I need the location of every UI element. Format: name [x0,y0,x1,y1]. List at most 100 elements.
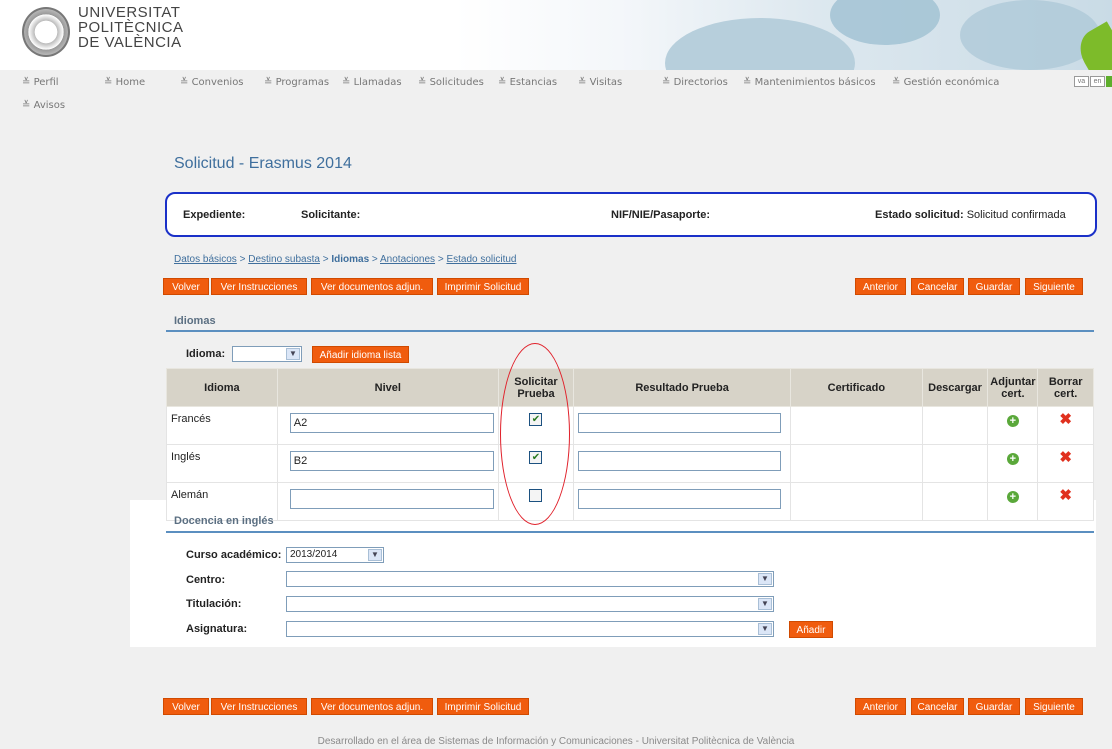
breadcrumb-anotaciones[interactable]: Anotaciones [380,254,435,265]
siguiente-button[interactable]: Siguiente [1025,278,1083,295]
asignatura-label: Asignatura: [186,623,248,635]
ver-documentos-button-bottom[interactable]: Ver documentos adjun. [311,698,433,715]
idioma-label: Idioma: [186,348,226,360]
solicitar-prueba-checkbox[interactable]: ✔ [529,413,543,426]
menu-item-convenios[interactable]: ≚ Convenios [180,77,244,88]
titulacion-label: Titulación: [186,598,242,610]
certificado-cell [790,482,923,521]
solicitante-label: Solicitante: [301,209,361,221]
table-row: Francés A2 ✔ + ✖ [166,406,1094,445]
table-header-row: Idioma Nivel Solicitar Prueba Resultado … [166,368,1094,407]
solicitar-prueba-checkbox[interactable]: ✔ [529,451,543,464]
header-banner [455,0,1112,70]
nivel-input[interactable]: A2 [289,413,494,433]
breadcrumb-estado-solicitud[interactable]: Estado solicitud [446,254,516,265]
centro-label: Centro: [186,574,226,586]
delete-x-icon[interactable]: ✖ [1059,412,1073,427]
breadcrumb-destino-subasta[interactable]: Destino subasta [248,254,320,265]
breadcrumb-separator: > [239,254,246,265]
curso-academico-value: 2013/2014 [290,549,338,560]
nivel-input[interactable]: B2 [289,451,494,471]
breadcrumb-datos-basicos[interactable]: Datos básicos [174,254,237,265]
anadir-asignatura-button[interactable]: Añadir [789,621,833,638]
chevron-down-icon: ▼ [758,573,772,585]
menu-item-estancias[interactable]: ≚ Estancias [498,77,557,88]
chevron-down-icon: ▼ [368,549,382,561]
menu-item-home[interactable]: ≚ Home [104,77,145,88]
nivel-input[interactable] [289,489,494,509]
application-info-box: Expediente: Solicitante: NIF/NIE/Pasapor… [165,192,1097,237]
banner-shape [960,0,1100,70]
add-circle-icon[interactable]: + [1006,415,1019,427]
university-seal-logo [22,7,70,57]
guardar-button[interactable]: Guardar [968,278,1020,295]
menu-item-perfil[interactable]: ≚ Perfil [22,77,59,88]
menu-item-avisos[interactable]: ≚ Avisos [22,100,65,111]
cancelar-button[interactable]: Cancelar [911,278,964,295]
language-en-button[interactable]: en [1090,76,1105,87]
imprimir-solicitud-button-bottom[interactable]: Imprimir Solicitud [437,698,529,715]
logo-line: DE VALÈNCIA [78,34,182,51]
siguiente-button-bottom[interactable]: Siguiente [1025,698,1083,715]
column-header-solicitar-prueba: Solicitar Prueba [497,368,575,407]
section-divider [166,531,1094,533]
banner-shape [830,0,940,45]
accessibility-icon[interactable] [1106,76,1112,87]
page-title: Solicitud - Erasmus 2014 [174,155,352,172]
guardar-button-bottom[interactable]: Guardar [968,698,1020,715]
ver-documentos-button[interactable]: Ver documentos adjun. [311,278,433,295]
imprimir-solicitud-button[interactable]: Imprimir Solicitud [437,278,529,295]
menu-item-llamadas[interactable]: ≚ Llamadas [342,77,402,88]
solicitar-prueba-checkbox[interactable] [529,489,543,502]
volver-button[interactable]: Volver [163,278,209,295]
cancelar-button-bottom[interactable]: Cancelar [911,698,964,715]
anterior-button-bottom[interactable]: Anterior [855,698,906,715]
descargar-cell [921,406,989,445]
breadcrumb-idiomas: Idiomas [331,254,370,265]
titulacion-select[interactable]: ▼ [286,596,774,612]
table-row: Inglés B2 ✔ + ✖ [166,444,1094,483]
expediente-label: Expediente: [183,209,246,221]
column-header-borrar-cert: Borrar cert. [1037,368,1094,407]
docencia-section-title: Docencia en inglés [174,515,274,527]
volver-button-bottom[interactable]: Volver [163,698,209,715]
menu-item-solicitudes[interactable]: ≚ Solicitudes [418,77,484,88]
banner-shape [665,18,855,70]
column-header-idioma: Idioma [166,368,278,407]
anterior-button[interactable]: Anterior [855,278,906,295]
breadcrumb-separator: > [437,254,444,265]
certificado-cell [790,444,923,483]
delete-x-icon[interactable]: ✖ [1059,488,1073,503]
column-header-adjuntar-cert: Adjuntar cert. [987,368,1039,407]
resultado-prueba-input[interactable] [578,451,782,471]
ver-instrucciones-button[interactable]: Ver Instrucciones [211,278,307,295]
idioma-cell: Francés [166,406,278,445]
menu-item-directorios[interactable]: ≚ Directorios [662,77,728,88]
add-circle-icon[interactable]: + [1006,453,1019,465]
resultado-prueba-input[interactable] [578,413,782,433]
language-va-button[interactable]: va [1074,76,1089,87]
descargar-cell [921,444,989,483]
centro-select[interactable]: ▼ [286,571,774,587]
estado-label: Estado solicitud: [875,209,964,221]
idiomas-table: Idioma Nivel Solicitar Prueba Resultado … [166,368,1094,521]
asignatura-select[interactable]: ▼ [286,621,774,637]
ver-instrucciones-button-bottom[interactable]: Ver Instrucciones [211,698,307,715]
menu-item-programas[interactable]: ≚ Programas [264,77,329,88]
menu-item-gestion-economica[interactable]: ≚ Gestión económica [892,77,999,88]
anadir-idioma-lista-button[interactable]: Añadir idioma lista [312,346,409,363]
breadcrumb-separator: > [371,254,378,265]
curso-academico-select[interactable]: 2013/2014 ▼ [286,547,384,563]
certificado-cell [790,406,923,445]
add-circle-icon[interactable]: + [1006,491,1019,503]
column-header-nivel: Nivel [276,368,499,407]
idioma-select[interactable]: ▼ [232,346,302,362]
menu-item-visitas[interactable]: ≚ Visitas [578,77,622,88]
table-row: Alemán + ✖ [166,482,1094,521]
menu-item-mantenimientos[interactable]: ≚ Mantenimientos básicos [743,77,876,88]
chevron-down-icon: ▼ [758,623,772,635]
footer-credits: Desarrollado en el área de Sistemas de I… [317,736,795,747]
resultado-prueba-input[interactable] [578,489,782,509]
delete-x-icon[interactable]: ✖ [1059,450,1073,465]
chevron-down-icon: ▼ [758,598,772,610]
